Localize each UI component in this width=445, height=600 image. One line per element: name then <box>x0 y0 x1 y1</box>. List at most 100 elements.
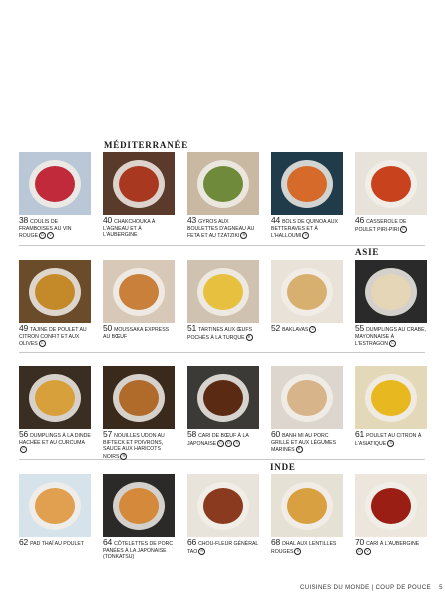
recipe-title: CARI À L'AUBERGINE <box>366 541 420 547</box>
row-divider <box>19 459 425 460</box>
recipe-caption: 38 COULIS DE FRAMBOISES AU VIN ROUGE D V <box>19 216 91 239</box>
recipe-caption: 55 DUMPLINGS AU CRABE, MAYONNAISE À L'EST… <box>355 324 427 347</box>
recipe-card[interactable]: 51 TARTINES AUX ŒUFS POCHÉS À LA TURQUE R <box>187 260 259 341</box>
recipe-caption: 52 BAKLAVAS C <box>271 324 343 334</box>
recipe-card[interactable]: 70 CARI À L'AUBERGINED V <box>355 474 427 555</box>
recipe-page-number: 68 <box>271 537 281 547</box>
section-heading-asie: ASIE <box>355 247 380 257</box>
food-shape <box>371 166 411 202</box>
food-shape <box>371 380 411 416</box>
food-shape <box>203 380 243 416</box>
recipe-card[interactable]: 64 CÔTELETTES DE PORC PANÉES À LA JAPONAI… <box>103 474 175 561</box>
food-shape <box>371 488 411 524</box>
diet-badge-icon: R <box>295 446 303 453</box>
recipe-title: NOUILLES UDON AU BIFTECK ET POIVRONS, SA… <box>103 433 165 460</box>
recipe-caption: 50 MOUSSAKA EXPRESS AU BŒUF <box>103 324 175 340</box>
recipe-card[interactable]: 49 TAJINE DE POULET AU CITRON CONFIT ET A… <box>19 260 91 347</box>
food-shape <box>35 488 75 524</box>
diet-badge-icon: S <box>233 439 241 447</box>
diet-badge-icon: C <box>389 340 396 347</box>
diet-badge-icon: R <box>240 232 248 239</box>
recipe-caption: 40 CHAKCHOUKA À L'AGNEAU ET À L'AUBERGINE <box>103 216 175 239</box>
recipe-caption: 44 BOLS DE QUINOA AUX BETTERAVES ET À L'H… <box>271 216 343 239</box>
recipe-photo <box>271 366 343 429</box>
diet-badge-icon: R <box>120 452 128 460</box>
recipe-caption: 70 CARI À L'AUBERGINED V <box>355 537 427 555</box>
recipe-card[interactable]: 40 CHAKCHOUKA À L'AGNEAU ET À L'AUBERGINE <box>103 152 175 239</box>
recipe-page-number: 60 <box>271 429 281 439</box>
recipe-card[interactable]: 52 BAKLAVAS C <box>271 260 343 334</box>
recipe-card[interactable]: 46 CASSEROLE DE POULET PIRI-PIRI C <box>355 152 427 233</box>
recipe-caption: 61 POULET AU CITRON À L'ASIATIQUE S <box>355 430 427 447</box>
recipe-photo <box>355 474 427 537</box>
recipe-card[interactable]: 66 CHOU-FLEUR GÉNÉRAL TAO R <box>187 474 259 555</box>
recipe-photo <box>103 366 175 429</box>
recipe-card[interactable]: 38 COULIS DE FRAMBOISES AU VIN ROUGE D V <box>19 152 91 239</box>
recipe-title: PAD THAÏ AU POULET <box>30 541 85 547</box>
diet-badge-icon: V <box>302 232 310 239</box>
recipe-photo <box>355 366 427 429</box>
recipe-caption: 66 CHOU-FLEUR GÉNÉRAL TAO R <box>187 537 259 555</box>
recipe-page-number: 66 <box>187 537 197 547</box>
recipe-photo <box>187 260 259 323</box>
food-shape <box>35 380 75 416</box>
diet-badge-icon: V <box>47 232 55 239</box>
recipe-photo <box>103 152 175 215</box>
recipe-photo <box>271 152 343 215</box>
recipe-card[interactable]: 68 DHAL AUX LENTILLES ROUGES V <box>271 474 343 555</box>
recipe-title: CÔTELETTES DE PORC PANÉES À LA JAPONAISE… <box>103 541 174 560</box>
recipe-card[interactable]: 55 DUMPLINGS AU CRABE, MAYONNAISE À L'EST… <box>355 260 427 347</box>
recipe-caption: 62 PAD THAÏ AU POULET <box>19 537 91 548</box>
page-footer: CUISINES DU MONDE | COUP DE POUCE 5 <box>300 585 443 591</box>
food-shape <box>203 274 243 310</box>
food-shape <box>203 166 243 202</box>
recipe-page-number: 62 <box>19 537 29 547</box>
diet-badge-icon: D <box>225 439 233 447</box>
section-heading-inde: INDE <box>270 462 296 472</box>
recipe-card[interactable]: 50 MOUSSAKA EXPRESS AU BŒUF <box>103 260 175 340</box>
recipe-card[interactable]: 58 CARI DE BŒUF À LA JAPONAISE C D S <box>187 366 259 447</box>
diet-badge-icon: C <box>309 326 317 334</box>
recipe-photo <box>19 152 91 215</box>
diet-badge-icon: R <box>245 333 253 341</box>
food-shape <box>287 166 327 202</box>
recipe-photo <box>355 260 427 323</box>
recipe-photo <box>19 474 91 537</box>
recipe-photo <box>103 260 175 323</box>
recipe-card[interactable]: 61 POULET AU CITRON À L'ASIATIQUE S <box>355 366 427 447</box>
recipe-card[interactable]: 60 BANH MI AU PORC GRILLÉ ET AUX LÉGUMES … <box>271 366 343 453</box>
recipe-title: TARTINES AUX ŒUFS POCHÉS À LA TURQUE <box>187 327 253 341</box>
recipe-card[interactable]: 62 PAD THAÏ AU POULET <box>19 474 91 548</box>
recipe-page-number: 46 <box>355 215 365 225</box>
recipe-page-number: 51 <box>187 323 197 333</box>
recipe-caption: 57 NOUILLES UDON AU BIFTECK ET POIVRONS, … <box>103 429 175 460</box>
recipe-page-number: 64 <box>103 537 113 547</box>
diet-badge-icon: V <box>364 547 371 555</box>
recipe-caption: 60 BANH MI AU PORC GRILLÉ ET AUX LÉGUMES … <box>271 429 343 453</box>
recipe-page-number: 49 <box>19 323 29 333</box>
recipe-caption: 56 DUMPLINGS À LA DINDE HACHÉE ET AU CURC… <box>19 429 91 453</box>
recipe-page-number: 57 <box>103 429 113 439</box>
food-shape <box>119 488 159 524</box>
recipe-card[interactable]: 43 GYROS AUX BOULETTES D'AGNEAU AU FETA E… <box>187 152 259 239</box>
recipe-photo <box>271 474 343 537</box>
recipe-photo <box>355 152 427 215</box>
recipe-page-number: 70 <box>355 537 365 547</box>
food-shape <box>287 274 327 310</box>
recipe-caption: 43 GYROS AUX BOULETTES D'AGNEAU AU FETA E… <box>187 216 259 239</box>
row-divider <box>19 245 425 246</box>
diet-badge-icon: V <box>294 547 302 555</box>
recipe-caption: 64 CÔTELETTES DE PORC PANÉES À LA JAPONAI… <box>103 537 175 561</box>
recipe-card[interactable]: 44 BOLS DE QUINOA AUX BETTERAVES ET À L'H… <box>271 152 343 239</box>
recipe-card[interactable]: 56 DUMPLINGS À LA DINDE HACHÉE ET AU CURC… <box>19 366 91 453</box>
recipe-caption: 46 CASSEROLE DE POULET PIRI-PIRI C <box>355 215 427 233</box>
diet-badge-icon: C <box>217 439 225 447</box>
recipe-card[interactable]: 57 NOUILLES UDON AU BIFTECK ET POIVRONS, … <box>103 366 175 460</box>
recipe-title: BANH MI AU PORC GRILLÉ ET AUX LÉGUMES MA… <box>271 433 337 453</box>
footer-text: CUISINES DU MONDE | COUP DE POUCE <box>300 585 431 591</box>
recipe-page-number: 56 <box>19 429 29 439</box>
section-heading-mediterranee: MÉDITERRANÉE <box>104 140 189 150</box>
food-shape <box>287 380 327 416</box>
recipe-caption: 58 CARI DE BŒUF À LA JAPONAISE C D S <box>187 430 259 447</box>
food-shape <box>35 166 75 202</box>
